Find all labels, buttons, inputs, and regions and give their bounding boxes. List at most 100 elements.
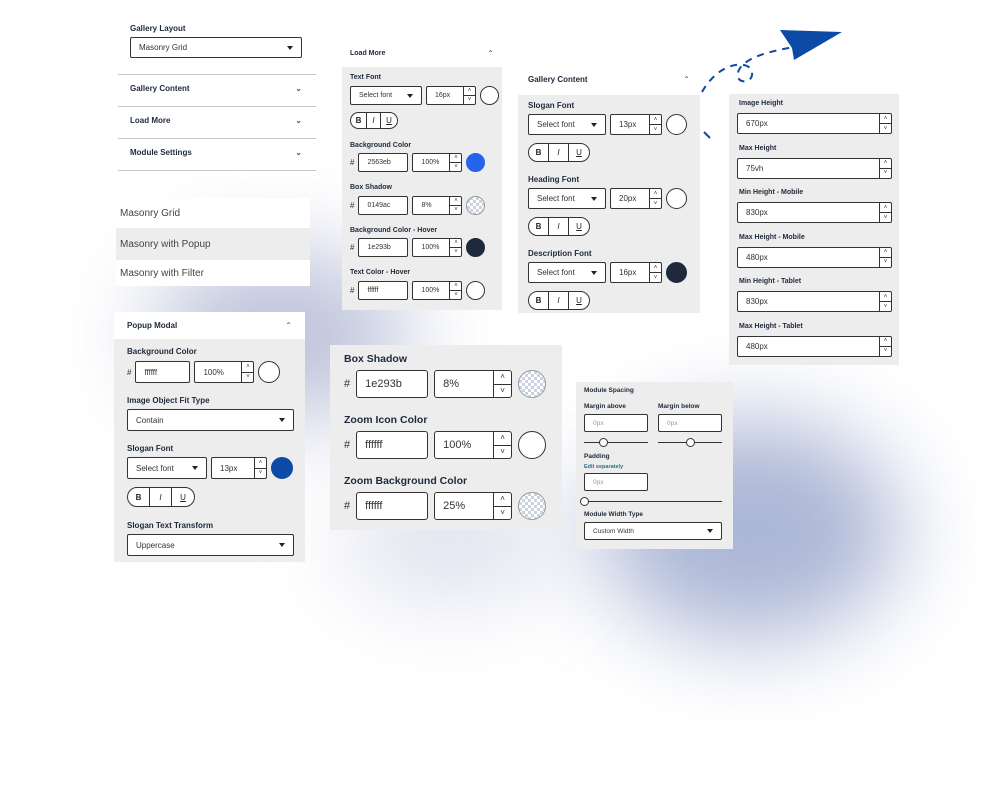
height-input[interactable]: 670px ˄ ˅ bbox=[737, 113, 892, 134]
chevron-down-icon[interactable]: ˅ bbox=[880, 347, 891, 356]
chevron-up-icon[interactable]: ˄ bbox=[880, 337, 891, 347]
stepper[interactable]: ˄ ˅ bbox=[449, 239, 462, 256]
hex-input[interactable]: 1e293b bbox=[356, 370, 429, 398]
hex-input[interactable]: ffffff bbox=[356, 492, 429, 520]
underline-button[interactable]: U bbox=[381, 113, 397, 128]
transparent-swatch[interactable] bbox=[518, 370, 547, 398]
chevron-down-icon[interactable]: ˅ bbox=[450, 206, 461, 214]
chevron-up-icon[interactable]: ˄ bbox=[650, 115, 661, 125]
chevron-up-icon[interactable]: ˄ bbox=[494, 371, 512, 385]
stepper[interactable]: ˄ ˅ bbox=[254, 458, 266, 478]
stepper[interactable]: ˄ ˅ bbox=[649, 263, 661, 282]
chevron-down-icon[interactable]: ˅ bbox=[880, 169, 891, 178]
height-input[interactable]: 75vh ˄ ˅ bbox=[737, 157, 892, 179]
color-swatch[interactable] bbox=[518, 431, 547, 459]
transparent-swatch[interactable] bbox=[466, 196, 486, 215]
font-size-input[interactable]: 16px ˄ ˅ bbox=[426, 86, 476, 105]
color-swatch[interactable] bbox=[666, 188, 687, 209]
hex-input[interactable]: ffffff bbox=[356, 431, 429, 459]
stepper[interactable]: ˄ ˅ bbox=[879, 336, 891, 356]
chevron-up-icon[interactable]: ˄ bbox=[494, 432, 512, 446]
chevron-up-icon[interactable]: ˄ bbox=[650, 189, 661, 199]
margin-below-input[interactable]: 0px bbox=[658, 414, 722, 432]
chevron-down-icon[interactable]: ˅ bbox=[494, 507, 511, 520]
slider-thumb[interactable] bbox=[598, 438, 608, 447]
height-input[interactable]: 830px ˄ ˅ bbox=[737, 291, 892, 312]
color-swatch[interactable] bbox=[466, 281, 486, 300]
width-type-select[interactable]: Custom Width bbox=[584, 522, 722, 540]
chevron-down-icon[interactable]: ˅ bbox=[450, 248, 461, 256]
font-size-input[interactable]: 13px ˄ ˅ bbox=[211, 457, 267, 479]
stepper[interactable]: ˄ ˅ bbox=[879, 158, 891, 178]
opacity-input[interactable]: 100% ˄ ˅ bbox=[412, 281, 463, 300]
color-swatch[interactable] bbox=[466, 153, 486, 172]
height-input[interactable]: 480px ˄ ˅ bbox=[737, 246, 892, 268]
opacity-input[interactable]: 100% ˄ ˅ bbox=[412, 153, 463, 172]
stepper[interactable]: ˄ ˅ bbox=[449, 282, 462, 299]
chevron-down-icon[interactable]: ˅ bbox=[494, 385, 511, 398]
chevron-down-icon[interactable]: ˅ bbox=[880, 302, 891, 311]
stepper[interactable]: ˄ ˅ bbox=[493, 432, 512, 458]
color-swatch[interactable] bbox=[666, 114, 687, 135]
underline-button[interactable]: U bbox=[569, 292, 589, 309]
opacity-input[interactable]: 100% ˄ ˅ bbox=[194, 361, 255, 383]
opacity-input[interactable]: 100% ˄ ˅ bbox=[434, 431, 513, 459]
stepper[interactable]: ˄ ˅ bbox=[241, 362, 254, 383]
font-select[interactable]: Select font bbox=[528, 262, 606, 283]
transparent-swatch[interactable] bbox=[518, 492, 547, 520]
slider-thumb[interactable] bbox=[685, 438, 695, 447]
color-swatch[interactable] bbox=[480, 86, 499, 105]
opacity-input[interactable]: 100% ˄ ˅ bbox=[412, 238, 463, 257]
chevron-down-icon[interactable]: ˅ bbox=[880, 213, 891, 222]
gallery-layout-select[interactable]: Masonry Grid bbox=[130, 37, 302, 58]
italic-button[interactable]: I bbox=[150, 488, 172, 506]
bold-button[interactable]: B bbox=[529, 144, 549, 161]
chevron-up-icon[interactable]: ˄ bbox=[880, 159, 891, 169]
opacity-input[interactable]: 8% ˄ ˅ bbox=[412, 196, 463, 215]
chevron-up-icon[interactable]: ˄ bbox=[650, 263, 661, 273]
bold-button[interactable]: B bbox=[351, 113, 367, 128]
font-select[interactable]: Select font bbox=[528, 188, 606, 209]
stepper[interactable]: ˄ ˅ bbox=[449, 154, 462, 171]
color-swatch[interactable] bbox=[258, 361, 281, 383]
margin-above-input[interactable]: 0px bbox=[584, 414, 648, 432]
bold-button[interactable]: B bbox=[529, 218, 549, 235]
load-more-header[interactable]: Load More ⌃ bbox=[342, 40, 502, 67]
stepper[interactable]: ˄ ˅ bbox=[649, 189, 661, 208]
font-size-input[interactable]: 16px ˄ ˅ bbox=[610, 262, 662, 283]
section-load-more[interactable]: Load More ⌄ bbox=[130, 116, 302, 125]
italic-button[interactable]: I bbox=[549, 218, 569, 235]
font-size-input[interactable]: 13px ˄ ˅ bbox=[610, 114, 662, 135]
chevron-down-icon[interactable]: ˅ bbox=[880, 258, 891, 267]
color-swatch[interactable] bbox=[666, 262, 687, 283]
gallery-content-header[interactable]: Gallery Content ⌃ bbox=[518, 63, 700, 95]
stepper[interactable]: ˄ ˅ bbox=[879, 292, 891, 311]
stepper[interactable]: ˄ ˅ bbox=[463, 87, 475, 104]
italic-button[interactable]: I bbox=[549, 144, 569, 161]
font-select[interactable]: Select font bbox=[350, 86, 422, 105]
chevron-up-icon[interactable]: ˄ bbox=[450, 239, 462, 248]
chevron-down-icon[interactable]: ˅ bbox=[650, 125, 661, 134]
font-select[interactable]: Select font bbox=[127, 457, 207, 479]
underline-button[interactable]: U bbox=[569, 144, 589, 161]
stepper[interactable]: ˄ ˅ bbox=[879, 114, 891, 133]
hex-input[interactable]: ffffff bbox=[358, 281, 409, 300]
chevron-down-icon[interactable]: ˅ bbox=[450, 163, 461, 171]
text-transform-select[interactable]: Uppercase bbox=[127, 534, 294, 556]
chevron-up-icon[interactable]: ˄ bbox=[880, 203, 891, 213]
chevron-down-icon[interactable]: ˅ bbox=[464, 96, 475, 104]
chevron-up-icon[interactable]: ˄ bbox=[450, 154, 462, 163]
padding-input[interactable]: 0px bbox=[584, 473, 648, 491]
fit-type-select[interactable]: Contain bbox=[127, 409, 294, 431]
chevron-down-icon[interactable]: ˅ bbox=[650, 273, 661, 282]
chevron-down-icon[interactable]: ˅ bbox=[242, 373, 253, 383]
stepper[interactable]: ˄ ˅ bbox=[449, 197, 462, 214]
underline-button[interactable]: U bbox=[172, 488, 194, 506]
stepper[interactable]: ˄ ˅ bbox=[493, 371, 512, 398]
option-masonry-filter[interactable]: Masonry with Filter bbox=[116, 260, 310, 286]
bold-button[interactable]: B bbox=[529, 292, 549, 309]
height-input[interactable]: 480px ˄ ˅ bbox=[737, 335, 892, 357]
chevron-up-icon[interactable]: ˄ bbox=[880, 248, 891, 258]
stepper[interactable]: ˄ ˅ bbox=[649, 115, 661, 134]
edit-separately-link[interactable]: Edit separately bbox=[584, 464, 623, 470]
